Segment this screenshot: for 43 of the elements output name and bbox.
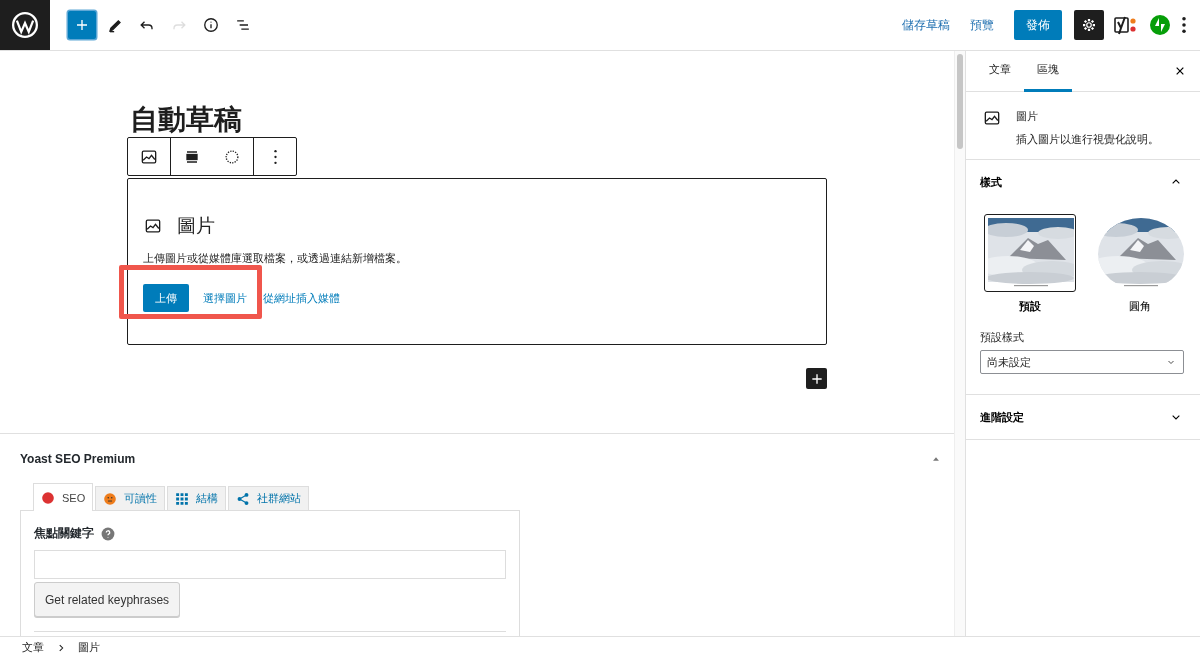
help-icon[interactable] — [101, 526, 115, 541]
block-label: 圖片 — [177, 214, 215, 238]
preview-link[interactable]: 預覽 — [970, 16, 994, 34]
media-link[interactable]: 從網址插入媒體 — [263, 290, 340, 306]
sidebar-tab[interactable]: 文章 — [976, 51, 1024, 92]
instructions: 上傳圖片或從媒體庫選取檔案，或透過連結新增檔案。 — [143, 252, 408, 265]
settings-button[interactable] — [1074, 10, 1104, 40]
settings-icon — [1080, 16, 1098, 34]
logo-icon — [10, 10, 40, 40]
block-title: 圖片 — [1016, 109, 1039, 124]
add-block-button[interactable] — [806, 368, 827, 389]
save-draft-link[interactable]: 儲存草稿 — [902, 16, 950, 34]
panel-header[interactable]: 進階設定 — [980, 395, 1184, 439]
panel-title: 樣式 — [980, 174, 1002, 190]
bolt-icon[interactable] — [1148, 13, 1172, 37]
field-label: 焦點關鍵字 — [34, 525, 94, 542]
more-options-icon[interactable] — [1182, 17, 1186, 33]
sidebar-tab[interactable]: 區塊 — [1024, 51, 1072, 92]
field-label: 預設樣式 — [980, 330, 1025, 345]
panel-title: 進階設定 — [980, 409, 1024, 425]
style-select[interactable]: 尚未設定 — [980, 350, 1184, 374]
keyphrases-button[interactable]: Get related keyphrases — [34, 582, 181, 617]
publish-button[interactable]: 發佈 — [1014, 10, 1062, 40]
block-description: 插入圖片以進行視覺化說明。 — [1016, 132, 1159, 147]
post-title[interactable]: 自動草稿 — [130, 103, 242, 137]
seo-tab[interactable]: 社群網站 — [228, 486, 310, 510]
upload-button[interactable]: 上傳 — [143, 284, 189, 312]
breadcrumb-link[interactable]: 圖片 — [78, 640, 100, 655]
style-option[interactable]: 圓角 — [1094, 214, 1186, 314]
panel-header[interactable]: 樣式 — [980, 160, 1184, 204]
more-options-icon — [273, 149, 277, 164]
grid-icon — [175, 491, 190, 506]
logo-tile[interactable] — [0, 0, 50, 50]
panel-title: Yoast SEO Premium — [20, 452, 136, 466]
breadcrumb-link[interactable]: 文章 — [22, 640, 44, 655]
chevron-right-icon — [56, 642, 66, 653]
share-icon — [236, 491, 251, 506]
seo-tab[interactable]: 結構 — [167, 486, 227, 510]
media-link[interactable]: 選擇圖片 — [203, 290, 247, 306]
scrollbar-thumb[interactable] — [957, 54, 963, 149]
seo-tab[interactable]: 可讀性 — [95, 486, 166, 510]
keyphrase-field[interactable] — [34, 550, 506, 579]
seo-tab[interactable]: SEO — [33, 483, 94, 511]
